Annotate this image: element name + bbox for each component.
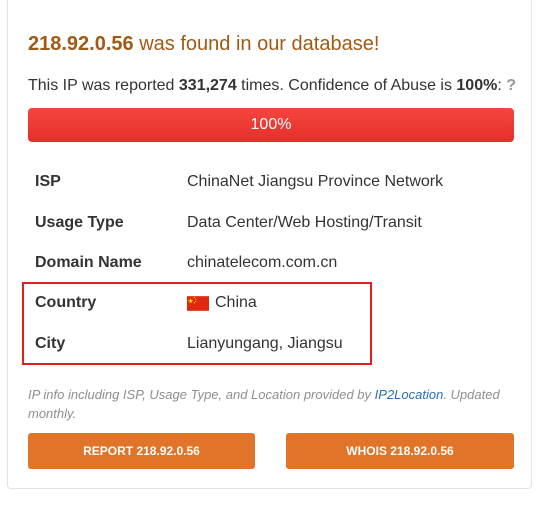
- info-key: Usage Type: [35, 214, 124, 231]
- confidence-progress-fill: 100%: [28, 108, 514, 142]
- info-row-country: Country China: [28, 283, 514, 323]
- page-title: 218.92.0.56 was found in our database!: [28, 33, 379, 56]
- info-value: ChinaNet Jiangsu Province Network: [187, 173, 444, 190]
- report-count: 331,274: [178, 77, 237, 94]
- title-found-text: was found in our database!: [133, 33, 380, 55]
- info-row-domain-name: Domain Name chinatelecom.com.cn: [28, 243, 514, 283]
- title-ip: 218.92.0.56: [28, 33, 134, 55]
- report-middle: times. Confidence of Abuse is: [236, 77, 457, 94]
- info-value: Lianyungang, Jiangsu: [187, 335, 343, 352]
- help-icon[interactable]: ?: [506, 77, 516, 94]
- info-row-city: City Lianyungang, Jiangsu: [28, 324, 514, 364]
- country-name: China: [215, 294, 257, 311]
- china-flag-icon: [187, 295, 209, 311]
- info-row-usage-type: Usage Type Data Center/Web Hosting/Trans…: [28, 203, 514, 243]
- info-key: ISP: [35, 173, 61, 190]
- info-row-isp: ISP ChinaNet Jiangsu Province Network: [28, 162, 514, 202]
- confidence-value: 100%: [456, 77, 498, 94]
- report-summary: This IP was reported 331,274 times. Conf…: [28, 77, 516, 95]
- info-value-country: China: [187, 294, 257, 312]
- ip-report-card: 218.92.0.56 was found in our database! T…: [7, 0, 532, 489]
- report-suffix: :: [497, 77, 507, 94]
- report-prefix: This IP was reported: [28, 77, 179, 94]
- info-key: Domain Name: [35, 254, 142, 271]
- report-ip-button[interactable]: REPORT 218.92.0.56: [28, 433, 255, 469]
- ip2location-credit: IP info including ISP, Usage Type, and L…: [28, 385, 508, 423]
- confidence-progress-bar: 100%: [28, 108, 514, 142]
- ip2location-link[interactable]: IP2Location: [375, 387, 444, 402]
- info-value: Data Center/Web Hosting/Transit: [187, 214, 422, 231]
- info-key: Country: [35, 294, 97, 311]
- credit-prefix: IP info including ISP, Usage Type, and L…: [28, 387, 375, 402]
- info-value: chinatelecom.com.cn: [187, 254, 338, 271]
- info-key: City: [35, 335, 66, 352]
- whois-button[interactable]: WHOIS 218.92.0.56: [286, 433, 514, 469]
